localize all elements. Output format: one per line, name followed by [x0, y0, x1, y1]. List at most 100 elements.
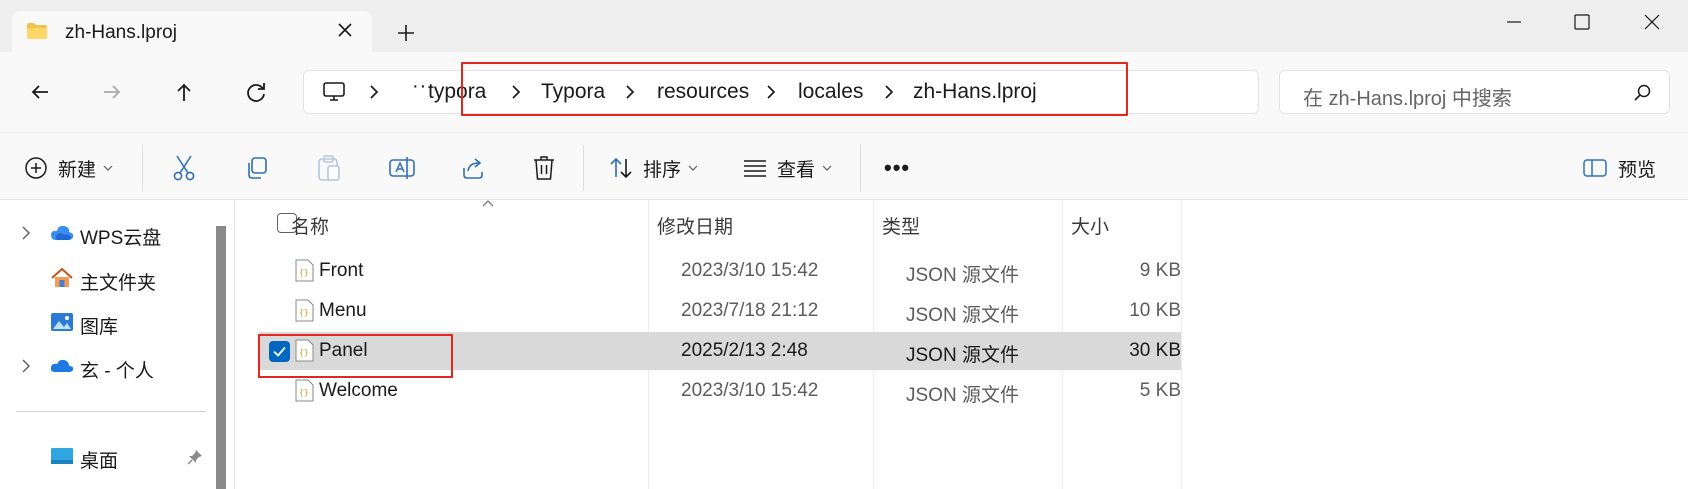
clipboard-icon [318, 155, 340, 181]
file-type: JSON 源文件 [906, 265, 1019, 286]
trash-icon [534, 156, 554, 180]
chevron-right-icon[interactable] [18, 225, 34, 241]
nav-divider [16, 411, 206, 412]
preview-button[interactable]: 预览 [1582, 153, 1656, 183]
address-row: ··· typora Typora resources locales zh-H… [0, 52, 1688, 132]
nav-item-onedrive-personal[interactable]: 玄 - 个人 [0, 346, 210, 386]
cloud-icon [51, 225, 74, 240]
nav-item-gallery[interactable]: 图库 [0, 302, 210, 342]
tab-zh-hans[interactable]: zh-Hans.lproj [12, 11, 372, 56]
forward-arrow-icon[interactable] [96, 76, 128, 108]
json-file-icon: {} [295, 379, 314, 402]
file-type: JSON 源文件 [906, 305, 1019, 326]
scissors-icon [173, 155, 195, 181]
command-divider [860, 145, 861, 191]
chevron-right-icon[interactable] [18, 358, 34, 374]
chevron-down-icon [822, 165, 832, 171]
folder-icon [27, 23, 47, 39]
maximize-icon[interactable] [1560, 6, 1604, 38]
search-icon[interactable] [1632, 83, 1652, 103]
close-window-icon[interactable] [1630, 6, 1674, 38]
up-arrow-icon[interactable] [168, 76, 200, 108]
cut-button[interactable] [171, 153, 197, 183]
close-tab-icon[interactable] [332, 17, 358, 43]
file-date: 2023/7/18 21:12 [681, 300, 819, 321]
new-button[interactable]: 新建 [24, 153, 113, 183]
tab-title: zh-Hans.lproj [65, 22, 177, 43]
onedrive-icon [50, 359, 74, 372]
json-file-icon: {} [295, 259, 314, 282]
file-row-menu[interactable]: {} Menu 2023/7/18 21:12 JSON 源文件 10 KB [259, 292, 1181, 330]
nav-label: WPS云盘 [80, 228, 162, 249]
nav-label: 桌面 [80, 451, 119, 472]
command-divider [583, 145, 584, 191]
column-header-type[interactable]: 类型 [882, 212, 920, 239]
home-icon [51, 267, 73, 287]
gallery-icon [51, 313, 73, 331]
column-header-row: 名称 修改日期 类型 大小 [235, 200, 1688, 246]
file-name: Menu [319, 300, 367, 321]
nav-item-desktop[interactable]: 桌面 [0, 436, 210, 476]
file-date: 2025/2/13 2:48 [681, 340, 808, 361]
new-tab-icon[interactable] [393, 20, 419, 46]
nav-label: 玄 - 个人 [80, 361, 154, 382]
file-size: 10 KB [1129, 300, 1181, 321]
view-button[interactable]: 查看 [743, 153, 832, 183]
delete-button[interactable] [531, 153, 557, 183]
command-bar: 新建 排序 查看 ••• 预览 [0, 132, 1688, 200]
preview-label: 预览 [1618, 159, 1657, 181]
file-date: 2023/3/10 15:42 [681, 260, 819, 281]
file-row-front[interactable]: {} Front 2023/3/10 15:42 JSON 源文件 9 KB [259, 252, 1181, 290]
svg-text:{}: {} [299, 308, 309, 317]
preview-pane-icon [1583, 159, 1607, 177]
column-header-size[interactable]: 大小 [1071, 212, 1109, 239]
nav-label: 图库 [80, 317, 119, 338]
sort-button[interactable]: 排序 [609, 153, 698, 183]
nav-scrollbar[interactable] [216, 226, 226, 489]
file-size: 5 KB [1139, 380, 1181, 401]
file-name: Welcome [319, 380, 398, 401]
breadcrumb-highlight-box [461, 62, 1128, 116]
nav-label: 主文件夹 [80, 273, 157, 294]
title-bar: zh-Hans.lproj [0, 0, 1688, 56]
search-box[interactable]: 在 zh-Hans.lproj 中搜索 [1279, 70, 1670, 114]
sort-icon [610, 157, 632, 179]
more-options-button[interactable]: ••• [884, 153, 910, 183]
nav-item-wps-cloud[interactable]: WPS云盘 [0, 213, 210, 253]
paste-button[interactable] [316, 153, 342, 183]
minimize-icon[interactable] [1492, 6, 1536, 38]
file-type: JSON 源文件 [906, 345, 1019, 366]
json-file-icon: {} [295, 299, 314, 322]
address-bar[interactable]: ··· typora Typora resources locales zh-H… [303, 62, 1259, 116]
new-label: 新建 [58, 159, 97, 181]
share-icon [463, 158, 483, 179]
view-list-icon [744, 160, 766, 177]
more-options-icon: ••• [884, 155, 911, 180]
navigation-pane: WPS云盘 主文件夹 图库 玄 - 个人 桌面 [0, 200, 234, 489]
sort-ascending-icon [482, 200, 494, 207]
sort-label: 排序 [643, 159, 682, 181]
svg-text:{}: {} [299, 388, 309, 397]
file-date: 2023/3/10 15:42 [681, 380, 819, 401]
column-divider[interactable] [1181, 200, 1182, 489]
rename-icon [389, 157, 415, 179]
chevron-right-icon[interactable] [364, 81, 384, 103]
back-arrow-icon[interactable] [24, 76, 56, 108]
desktop-icon [51, 448, 73, 464]
search-placeholder: 在 zh-Hans.lproj 中搜索 [1303, 88, 1512, 110]
share-button[interactable] [460, 153, 486, 183]
rename-button[interactable] [388, 153, 416, 183]
refresh-icon[interactable] [240, 76, 272, 108]
this-pc-icon[interactable] [322, 81, 346, 103]
column-header-date[interactable]: 修改日期 [657, 212, 733, 239]
copy-button[interactable] [244, 153, 270, 183]
svg-text:{}: {} [299, 268, 309, 277]
plus-circle-icon [25, 157, 47, 179]
nav-item-home[interactable]: 主文件夹 [0, 258, 210, 298]
column-header-name[interactable]: 名称 [291, 212, 329, 239]
file-type: JSON 源文件 [906, 385, 1019, 406]
file-size: 30 KB [1129, 340, 1181, 361]
command-divider [142, 145, 143, 191]
pin-icon [187, 450, 202, 465]
copy-icon [248, 157, 267, 179]
